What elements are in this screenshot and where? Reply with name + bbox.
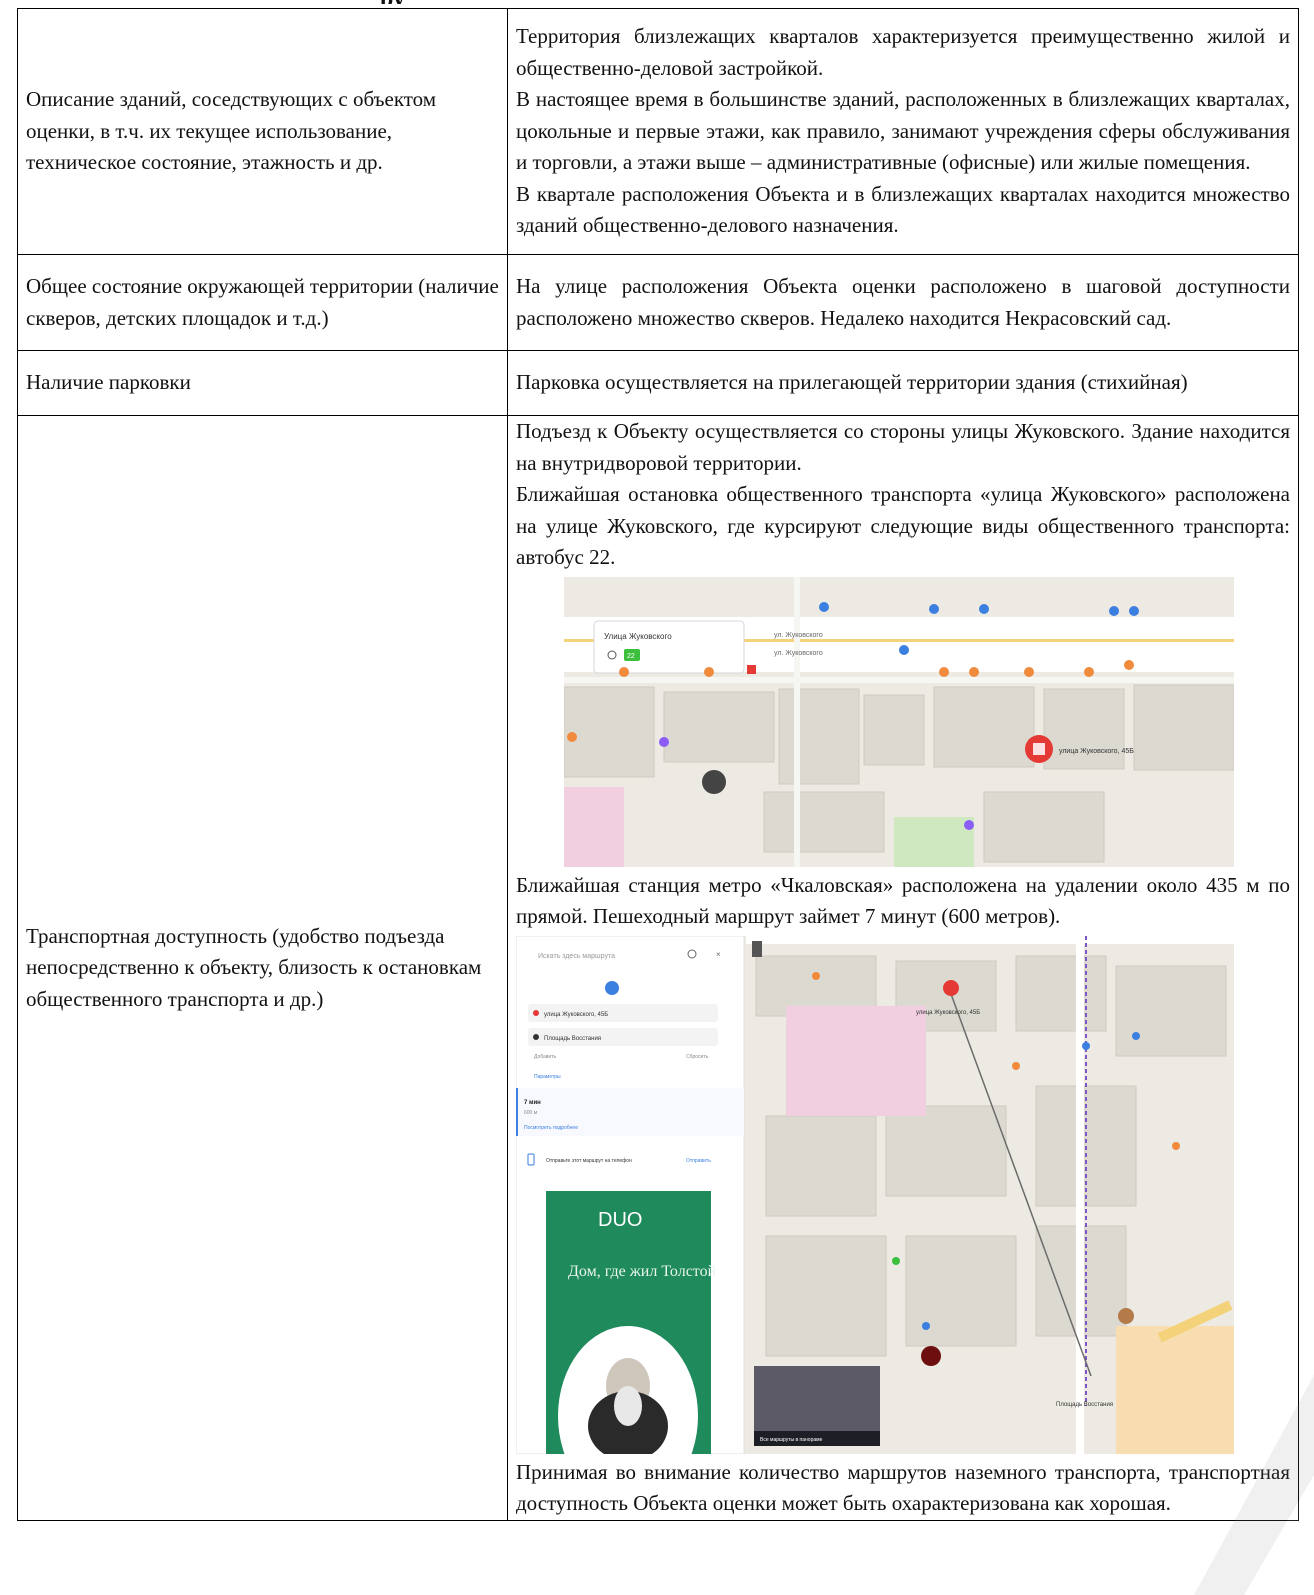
paragraph: В настоящее время в большинстве зданий, … (516, 87, 1290, 175)
paragraph: В квартале расположения Объекта и в близ… (516, 181, 1290, 238)
paragraph: На улице расположения Объекта оценки рас… (516, 274, 1290, 330)
row-value: Парковка осуществляется на прилегающей т… (507, 350, 1299, 416)
row-label: Общее состояние окружающей территории (н… (17, 254, 508, 351)
page-header: ру (0, 0, 1314, 4)
table-row: Транспортная доступность (удобство подъе… (17, 415, 1299, 1521)
route-time: 7 мин (524, 1100, 541, 1106)
stop-card-route: 22 (627, 653, 635, 660)
info-table: Описание зданий, соседствующих с объекто… (17, 8, 1299, 1521)
bus-stop-map[interactable]: Улица Жуковского 22 ул. Жуковского ул. Ж… (564, 576, 1234, 867)
params-link[interactable]: Параметры (534, 1074, 561, 1080)
table-row: Описание зданий, соседствующих с объекто… (17, 8, 1299, 255)
ad-text: Дом, где жил Толстой (568, 1263, 717, 1280)
route-to-input[interactable]: Площадь Восстания (544, 1036, 601, 1042)
paragraph: Парковка осуществляется на прилегающей т… (516, 370, 1188, 395)
location-pin-icon[interactable] (943, 979, 959, 996)
walking-route-map[interactable]: улица Жуковского, 45Б Площадь Восстания (516, 935, 1234, 1454)
photo-caption: Все маршруты в панораме (760, 1437, 823, 1443)
reset-link[interactable]: Сбросить (686, 1054, 709, 1060)
metro-label: Площадь Восстания (1056, 1402, 1113, 1408)
pin-label: улица Жуковского, 45Б (916, 1010, 980, 1016)
paragraph: Подъезд к Объекту осуществляется со стор… (516, 419, 1290, 475)
route-from-input[interactable]: улица Жуковского, 45Б (544, 1012, 608, 1018)
pin-label: улица Жуковского, 45Б (1059, 748, 1134, 755)
row-value: Территория близлежащих кварталов характе… (507, 8, 1299, 255)
details-link[interactable]: Посмотреть подробнее (524, 1125, 578, 1131)
paragraph: Принимая во внимание количество маршруто… (516, 1459, 1290, 1516)
table-row: Наличие парковки Парковка осуществляется… (17, 350, 1299, 416)
paragraph: Ближайшая станция метро «Чкаловская» рас… (516, 872, 1290, 929)
street-label: ул. Жуковского (774, 650, 823, 657)
row-label: Транспортная доступность (удобство подъе… (17, 415, 508, 1521)
close-icon[interactable]: × (716, 950, 721, 959)
row-value: Подъезд к Объекту осуществляется со стор… (507, 415, 1299, 1521)
walk-mode-icon[interactable] (605, 980, 619, 995)
send-route-text: Отправьте этот маршрут на телефон (546, 1158, 632, 1164)
paragraph: Ближайшая остановка общественного трансп… (516, 482, 1290, 569)
stop-card-title: Улица Жуковского (604, 632, 672, 641)
add-link[interactable]: Добавить (534, 1054, 556, 1060)
route-distance: 600 м (524, 1110, 538, 1116)
row-value: На улице расположения Объекта оценки рас… (507, 254, 1299, 351)
paragraph: Территория близлежащих кварталов характе… (516, 24, 1290, 80)
row-label: Описание зданий, соседствующих с объекто… (17, 8, 508, 255)
ad-logo: DUO (598, 1209, 642, 1231)
table-row: Общее состояние окружающей территории (н… (17, 254, 1299, 351)
page-header-fragment: ру (380, 0, 405, 4)
street-label: ул. Жуковского (774, 632, 823, 639)
row-label: Наличие парковки (17, 350, 508, 416)
search-input[interactable]: Искать здесь маршрута (538, 953, 615, 960)
send-route-button[interactable]: Отправить (686, 1158, 711, 1164)
